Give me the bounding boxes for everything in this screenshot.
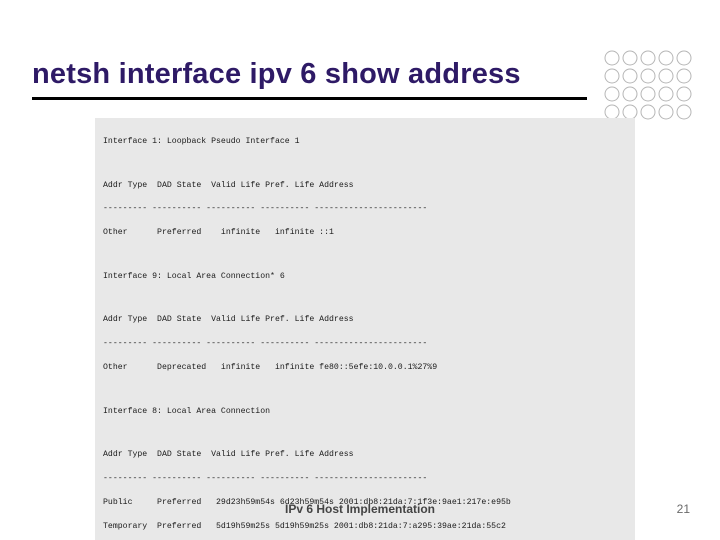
column-header: Addr Type DAD State Valid Life Pref. Lif… [103, 449, 627, 461]
iface-header: Interface 8: Local Area Connection [103, 406, 627, 418]
separator: --------- ---------- ---------- --------… [103, 473, 627, 485]
iface-header: Interface 1: Loopback Pseudo Interface 1 [103, 136, 627, 148]
separator: --------- ---------- ---------- --------… [103, 203, 627, 215]
iface-header: Interface 9: Local Area Connection* 6 [103, 271, 627, 283]
separator: --------- ---------- ---------- --------… [103, 338, 627, 350]
terminal-output: Interface 1: Loopback Pseudo Interface 1… [95, 118, 635, 540]
column-header: Addr Type DAD State Valid Life Pref. Lif… [103, 180, 627, 192]
page-number: 21 [677, 502, 690, 516]
footer-title: IPv 6 Host Implementation [0, 502, 720, 516]
address-row: Temporary Preferred 5d19h59m25s 5d19h59m… [103, 521, 627, 533]
slide-title: netsh interface ipv 6 show address [32, 58, 587, 100]
address-row: Other Preferred infinite infinite ::1 [103, 227, 627, 239]
column-header: Addr Type DAD State Valid Life Pref. Lif… [103, 314, 627, 326]
address-row: Other Deprecated infinite infinite fe80:… [103, 362, 627, 374]
slide: netsh interface ipv 6 show address Inter… [0, 0, 720, 540]
dot-grid-decor-icon [602, 48, 692, 120]
